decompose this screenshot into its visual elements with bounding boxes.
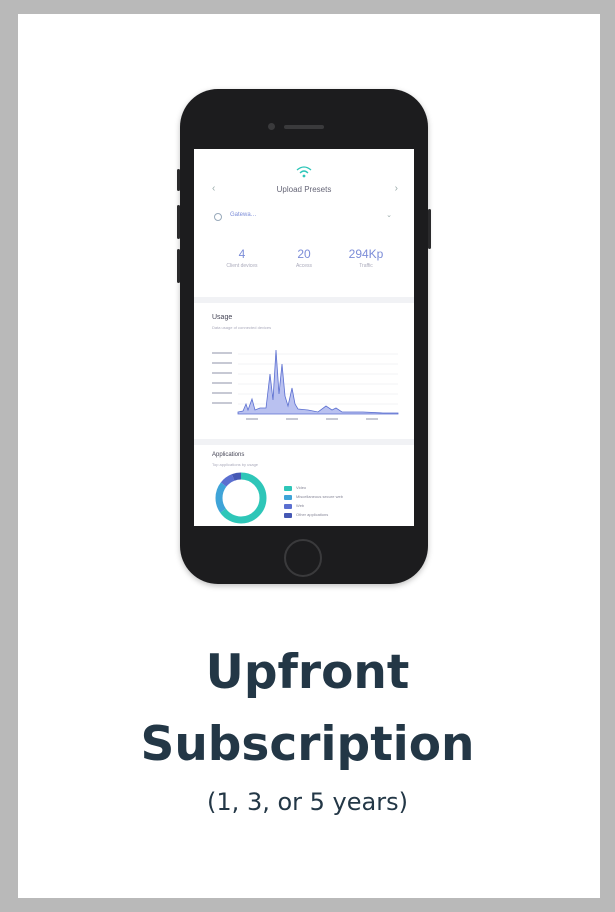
usage-subtitle: Data usage of connected devices (212, 325, 272, 330)
forward-arrow-icon[interactable]: › (395, 183, 398, 194)
phone-power-button (428, 209, 431, 249)
screen-title: Upload Presets (276, 185, 332, 194)
stat-traffic: 294Kp Traffic (336, 247, 396, 269)
legend-label: Miscellaneous secure web (296, 494, 343, 499)
phone-home-button (284, 539, 322, 577)
usage-chart (212, 349, 399, 420)
legend-swatch (284, 495, 292, 500)
wifi-icon (296, 166, 312, 178)
phone-speaker (284, 125, 324, 129)
stat-value: 294Kp (348, 247, 384, 261)
legend-label: Video (296, 485, 307, 490)
phone-volume-down (177, 249, 180, 283)
phone-side-button (177, 169, 180, 191)
gateway-label: Gatewa… (230, 212, 257, 218)
stat-value: 20 (297, 247, 311, 261)
applications-donut-chart (215, 472, 267, 524)
chevron-down-icon: ⌄ (386, 212, 392, 219)
gateway-selector[interactable]: Gatewa… ⌄ (214, 211, 394, 225)
phone-volume-up (177, 205, 180, 239)
headline-line-1: Upfront (205, 645, 410, 700)
legend-swatch (284, 486, 292, 491)
plan-headline: Upfront Subscription (0, 637, 615, 781)
legend-swatch (284, 513, 292, 518)
section-divider (194, 439, 414, 445)
legend-label: Web (296, 503, 305, 508)
headline-line-2: Subscription (140, 717, 475, 772)
stat-label: Traffic (359, 263, 373, 269)
stat-access: 20 Access (274, 247, 334, 269)
applications-subtitle: Top applications by usage (212, 462, 259, 467)
legend-swatch (284, 504, 292, 509)
stat-client-devices: 4 Client devices (212, 247, 272, 269)
stat-label: Client devices (226, 263, 258, 269)
phone-mockup: ‹ Upload Presets › Gatewa… ⌄ 4 Client de… (177, 89, 431, 584)
legend-label: Other applications (296, 512, 329, 517)
plan-term-options: (1, 3, or 5 years) (207, 788, 408, 816)
usage-title: Usage (212, 314, 233, 321)
stat-label: Access (295, 263, 313, 269)
phone-screen: ‹ Upload Presets › Gatewa… ⌄ 4 Client de… (194, 149, 414, 526)
applications-title: Applications (212, 452, 245, 458)
phone-camera (268, 123, 275, 130)
stat-value: 4 (238, 247, 246, 261)
gateway-icon (214, 213, 222, 221)
section-divider (194, 297, 414, 303)
